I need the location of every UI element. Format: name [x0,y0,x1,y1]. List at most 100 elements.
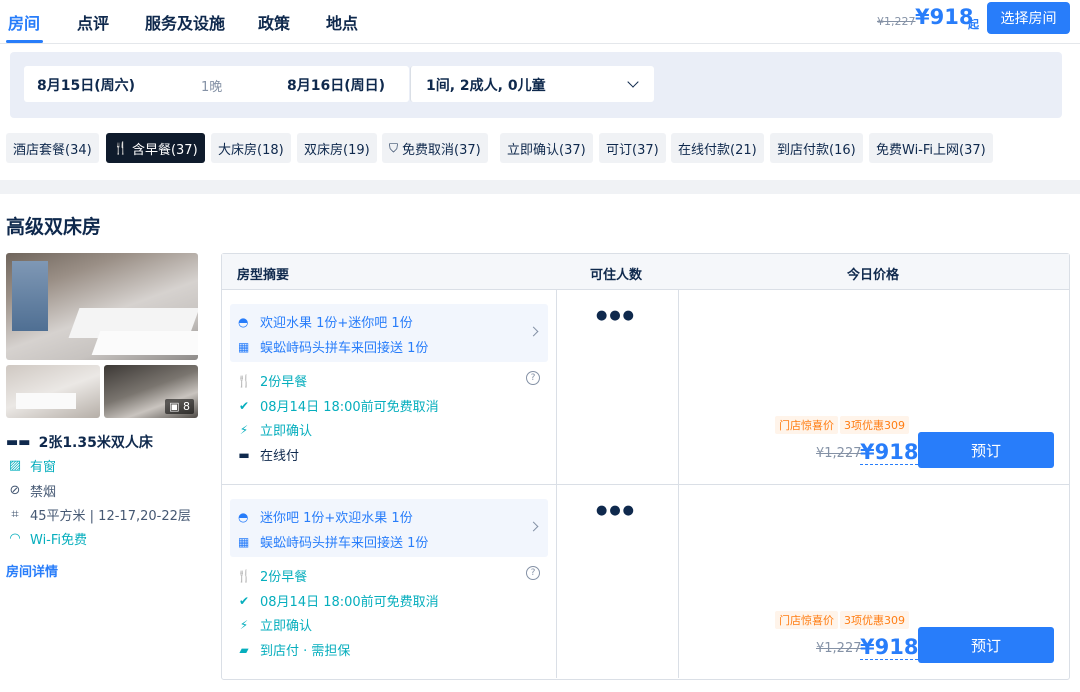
book-button[interactable]: 预订 [918,432,1054,468]
tab-reviews[interactable]: 点评 [77,10,109,34]
filter-chip-free-wifi[interactable]: 免费Wi-Fi上网(37) [869,133,993,163]
gift-icon: ▦ [238,339,250,354]
package-text: 蜈蚣峙码头拼车来回接送 1份 [260,341,429,356]
area-text: 45平方米 | 12-17,20-22层 [30,509,191,524]
header-summary: 房型摘要 [237,268,290,283]
package-line: ▦ 蜈蚣峙码头拼车来回接送 1份 [238,532,429,552]
checkin-date: 8月15日(周六) [37,78,136,94]
card-icon: ▬ [238,447,250,462]
package-box[interactable]: ◓ 迷你吧 1份+欢迎水果 1份 ▦ 蜈蚣峙码头拼车来回接送 1份 [230,499,548,557]
fork-knife-icon: 🍴 [236,568,252,583]
fork-knife-icon: 🍴 [113,141,128,155]
area-icon: ⌗ [11,507,19,522]
breakfast-text: 2份早餐 [260,375,308,390]
active-tab-indicator [6,40,43,43]
row-price[interactable]: ¥918 [860,440,919,465]
room-title: 高级双床房 [6,216,102,238]
filter-chip-king-bed[interactable]: 大床房(18) [211,133,291,163]
confirm-policy: ⚡ 立即确认 [236,420,313,440]
table-row: ◓ 迷你吧 1份+欢迎水果 1份 ▦ 蜈蚣峙码头拼车来回接送 1份 🍴 2份早餐? ✔… [222,484,1069,678]
cancel-policy: ✔ 08月14日 18:00前可免费取消 [236,591,439,611]
pay-at-hotel-icon: ▰ [239,642,249,657]
tab-facilities[interactable]: 服务及设施 [145,10,225,34]
date-picker[interactable]: 8月15日(周六) 1晚 8月16日(周日) [24,66,409,102]
check-circle-icon: ✔ [238,593,250,608]
package-text: 迷你吧 1份+欢迎水果 1份 [260,511,413,526]
lightning-icon: ⚡ [239,617,249,632]
filter-chip-instant-confirm[interactable]: 立即确认(37) [500,133,593,163]
photo-count-badge: ▣ 8 [165,399,194,414]
lightning-icon: ⚡ [239,422,249,437]
bed-info: ▬▬ 2张1.35米双人床 [6,432,153,452]
filter-chip-online-pay[interactable]: 在线付款(21) [671,133,764,163]
row-divider-line [556,485,557,678]
area-info: ⌗ 45平方米 | 12-17,20-22层 [6,505,191,524]
three-guests-icon: ●●● [596,308,637,323]
promo-discount[interactable]: 3项优惠309 [840,416,909,434]
confirm-text: 立即确认 [260,424,313,439]
breakfast-policy: 🍴 2份早餐? [236,371,540,390]
book-button[interactable]: 预订 [918,627,1054,663]
photo-window [12,261,48,331]
bed-icon: ▬▬ [6,434,31,450]
header-price: 今日价格 [847,268,900,283]
filter-chip-package[interactable]: 酒店套餐(34) [6,133,99,163]
room-photo-main[interactable] [6,253,198,360]
package-line: ▦ 蜈蚣峙码头拼车来回接送 1份 [238,337,429,357]
filter-label: 双床房(19) [304,142,370,158]
tab-policies[interactable]: 政策 [258,10,290,34]
filter-chip-free-cancel[interactable]: ⛉ 免费取消(37) [382,133,488,163]
wifi-info: ◠ Wi-Fi免费 [6,529,87,548]
choose-room-button[interactable]: 选择房间 [987,2,1070,34]
nav-price-suffix: 起 [968,18,979,31]
payment-policy: ▰ 到店付 · 需担保 [236,640,350,660]
three-guests-icon: ●●● [596,503,637,518]
row-divider-line [556,290,557,484]
guests-value: 1间, 2成人, 0儿童 [426,78,546,94]
filter-chip-available[interactable]: 可订(37) [599,133,666,163]
gift-icon: ▦ [238,534,250,549]
row-price[interactable]: ¥918 [860,635,919,660]
package-line: ◓ 欢迎水果 1份+迷你吧 1份 [238,312,413,332]
package-text: 欢迎水果 1份+迷你吧 1份 [260,316,413,331]
photo-bed [16,393,76,409]
top-nav: 房间 点评 服务及设施 政策 地点 ¥1,227 ¥918 起 选择房间 [0,0,1080,44]
section-divider [0,180,1080,194]
no-smoking-icon: ⊘ [9,483,21,498]
row-original-price: ¥1,227 [816,446,862,461]
package-line: ◓ 迷你吧 1份+欢迎水果 1份 [238,507,413,527]
filter-label: 在线付款(21) [678,142,757,158]
tab-rooms[interactable]: 房间 [8,10,40,34]
wifi-icon: ◠ [9,531,21,546]
bed-text: 2张1.35米双人床 [38,435,153,451]
help-icon[interactable]: ? [526,371,540,385]
payment-policy: ▬ 在线付 [236,445,300,465]
tab-location[interactable]: 地点 [326,10,358,34]
room-details-link[interactable]: 房间详情 [6,561,58,580]
nights-count: 1晚 [201,80,223,95]
help-icon[interactable]: ? [526,566,540,580]
confirm-text: 立即确认 [260,619,313,634]
chevron-right-icon [528,521,539,532]
guests-selector[interactable]: 1间, 2成人, 0儿童 [410,66,654,102]
payment-text: 在线付 [260,449,300,464]
filter-label: 含早餐(37) [131,142,198,158]
package-box[interactable]: ◓ 欢迎水果 1份+迷你吧 1份 ▦ 蜈蚣峙码头拼车来回接送 1份 [230,304,548,362]
window-icon: ▨ [8,458,22,473]
promo-discount[interactable]: 3项优惠309 [840,611,909,629]
package-text: 蜈蚣峙码头拼车来回接送 1份 [260,536,429,551]
row-divider-line [678,485,679,678]
room-photo-thumb[interactable]: ▣ 8 [104,365,198,418]
room-photo-thumb[interactable] [6,365,100,418]
filter-chip-pay-at-hotel[interactable]: 到店付款(16) [770,133,863,163]
filter-chip-twin-bed[interactable]: 双床房(19) [297,133,377,163]
filter-chip-breakfast[interactable]: 🍴 含早餐(37) [106,133,205,163]
confirm-policy: ⚡ 立即确认 [236,615,313,635]
chevron-right-icon [528,326,539,337]
cancel-text: 08月14日 18:00前可免费取消 [260,595,439,610]
filter-label: 可订(37) [606,142,659,158]
window-info: ▨ 有窗 [6,456,56,475]
checkout-date: 8月16日(周日) [287,78,386,94]
cancel-policy: ✔ 08月14日 18:00前可免费取消 [236,396,439,416]
smoking-info: ⊘ 禁烟 [6,481,56,500]
